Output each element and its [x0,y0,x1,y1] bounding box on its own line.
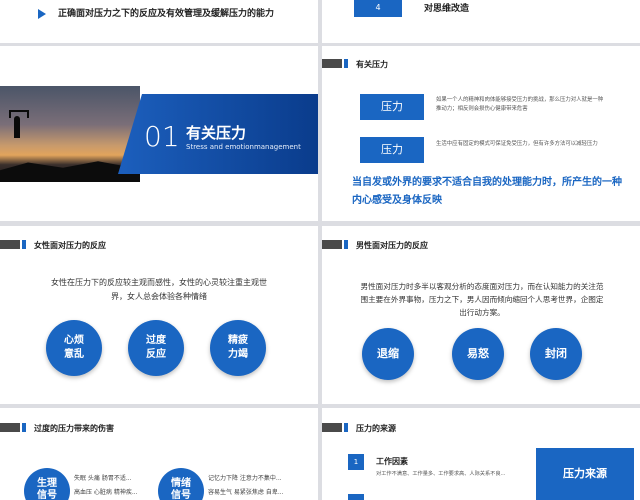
section-subtitle: Stress and emotionmanagement [186,143,301,151]
slide-male-reactions[interactable]: 男性面对压力的反应 男性面对压力时多半以客观分析的态度面对压力，而在认知能力的关… [322,226,640,404]
slide-stress-harm[interactable]: 过度的压力带来的伤害 生理 信号 失眠 头痛 肠胃不适... 高血压 心脏病 精神… [0,408,318,500]
slide-title: 女性面对压力的反应 [34,241,106,250]
slide-stress-source[interactable]: 压力的来源 1 工作因素 对工作不满意、工作量多、工作要求高、人际关系不良...… [322,408,640,500]
reaction-circle: 封闭 [530,328,582,380]
slide-title: 过度的压力带来的伤害 [34,424,114,433]
hill-silhouette [0,161,140,182]
stress-definition: 当自发或外界的要求不适合自我的处理能力时，所产生的一种内心感受及身体反映 [352,177,622,206]
reaction-circle: 心烦 意乱 [46,320,102,376]
source-label-box: 压力来源 [536,448,634,500]
reaction-circle: 精疲 力竭 [210,320,266,376]
stress-desc-2: 生活中应有固定的模式可保证免受压力，但有许多方法可以减轻压力 [436,141,598,147]
next-factor-marker [348,494,364,500]
slide-agenda-strip[interactable]: 4 对思维改造 [322,0,640,43]
header-bar-icon [322,240,348,249]
agenda-text: 对思维改造 [424,4,470,14]
factor-title: 工作因素 [376,457,408,466]
section-title: 有关压力 [186,124,247,142]
header-bar-icon [0,240,26,249]
reaction-circle: 易怒 [452,328,504,380]
reaction-circle: 退缩 [362,328,414,380]
reaction-circle: 过度 反应 [128,320,184,376]
symptom-line: 容易生气 易紧张焦虑 自卑... [208,489,284,496]
person-silhouette-icon [9,110,29,138]
slide-title: 有关压力 [356,60,388,69]
triangle-bullet-icon [38,9,46,19]
slide-grid: 正确面对压力之下的反应及有效管理及缓解压力的能力 4 对思维改造 01 有关压力… [0,0,640,500]
section-number: 01 [144,120,180,153]
slide-female-reactions[interactable]: 女性面对压力的反应 女性在压力下的反应较主观而感性，女性的心灵较注重主观世界，女… [0,226,318,404]
factor-number: 1 [348,454,364,470]
male-paragraph: 男性面对压力时多半以客观分析的态度面对压力，而在认知能力的关注范围主要在外界事物… [360,282,604,317]
header-bar-icon [322,59,348,68]
agenda-number: 4 [354,0,402,17]
female-paragraph: 女性在压力下的反应较主观而感性，女性的心灵较注重主观世界，女人总会体验各种情绪 [51,278,267,301]
slide-section-cover[interactable]: 01 有关压力 Stress and emotionmanagement [0,46,318,221]
signal-circle: 生理 信号 [24,468,70,500]
stress-label-2: 压力 [360,137,424,163]
header-bar-icon [0,423,26,432]
slide-title: 男性面对压力的反应 [356,241,428,250]
symptom-line: 高血压 心脏病 精神疾... [74,489,138,496]
stress-desc-1: 如果一个人的精神和肉体能够接受压力的挑战，那么压力对人就是一种推动力；相反则会损… [436,97,604,112]
slide-objective-strip[interactable]: 正确面对压力之下的反应及有效管理及缓解压力的能力 [0,0,318,43]
slide-about-stress[interactable]: 有关压力 压力 如果一个人的精神和肉体能够接受压力的挑战，那么压力对人就是一种推… [322,46,640,221]
header-bar-icon [322,423,348,432]
symptom-line: 失眠 头痛 肠胃不适... [74,475,132,482]
factor-description: 对工作不满意、工作量多、工作要求高、人际关系不良... [376,471,506,477]
objective-text: 正确面对压力之下的反应及有效管理及缓解压力的能力 [58,9,275,19]
symptom-line: 记忆力下降 注意力不集中... [208,475,282,482]
slide-title: 压力的来源 [356,424,396,433]
stress-label-1: 压力 [360,94,424,120]
signal-circle: 情绪 信号 [158,468,204,500]
sunset-photo [0,86,140,182]
